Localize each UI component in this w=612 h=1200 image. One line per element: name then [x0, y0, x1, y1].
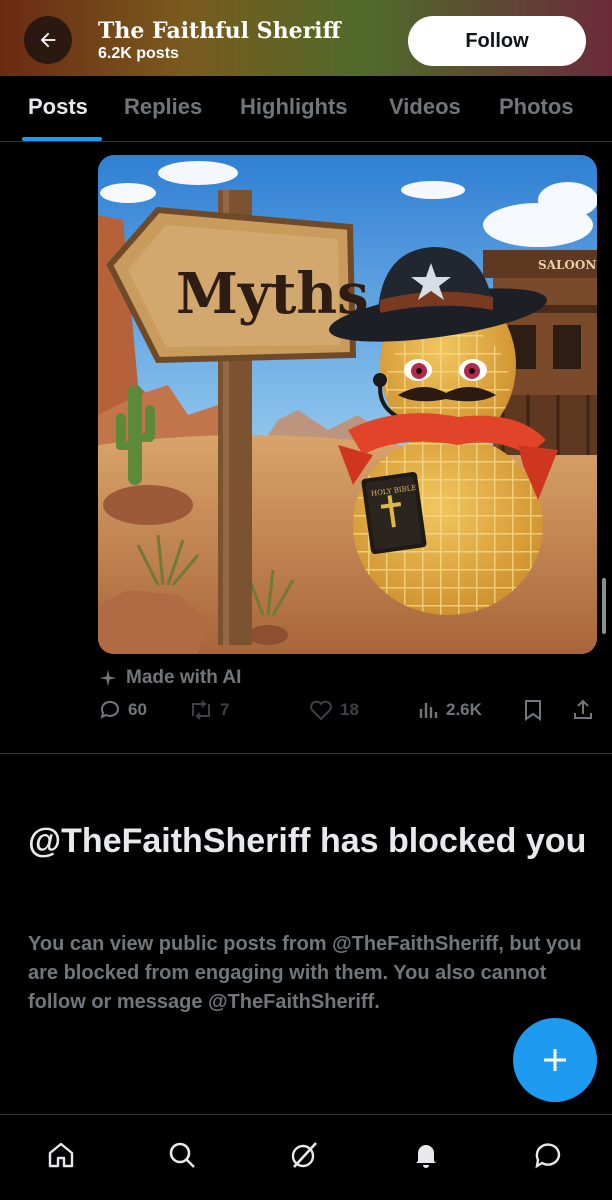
views-button[interactable]: 2.6K: [416, 698, 482, 722]
tab-replies[interactable]: Replies: [124, 94, 202, 120]
scrollbar-thumb[interactable]: [602, 578, 606, 634]
nav-notifications[interactable]: [408, 1137, 444, 1173]
heart-icon: [310, 700, 332, 721]
post-count: 6.2K posts: [98, 45, 179, 62]
repost-icon: [192, 700, 210, 720]
repost-count: 7: [220, 700, 230, 719]
back-button[interactable]: [24, 16, 72, 64]
home-icon: [48, 1142, 74, 1168]
bookmark-icon: [525, 700, 541, 721]
saloon-sign-text: SALOON: [538, 258, 596, 272]
bookmark-button[interactable]: [522, 698, 544, 722]
nav-messages[interactable]: [530, 1137, 566, 1173]
profile-name: The Faithful Sheriff: [98, 18, 341, 44]
reply-count: 60: [128, 700, 147, 719]
made-with-ai-label: Made with AI: [98, 667, 241, 689]
sparkle-icon: [99, 669, 117, 687]
repost-button[interactable]: 7: [188, 698, 229, 722]
follow-button[interactable]: Follow: [408, 16, 586, 66]
analytics-icon: [419, 703, 438, 718]
sheriff-peanut-illustration: SALOON Myths HOLY BIBLE: [98, 155, 597, 654]
blocked-description: You can view public posts from @TheFaith…: [28, 933, 582, 1013]
notifications-icon: [416, 1145, 436, 1168]
share-button[interactable]: [571, 698, 595, 722]
grok-icon: [291, 1142, 317, 1168]
messages-icon: [535, 1143, 561, 1169]
made-with-ai-text: Made with AI: [126, 667, 242, 688]
tab-posts[interactable]: Posts: [28, 94, 88, 120]
reply-button[interactable]: 60: [98, 698, 147, 722]
search-icon: [169, 1142, 195, 1168]
plus-icon: [544, 1049, 566, 1071]
active-tab-indicator: [22, 137, 102, 141]
sign-text: Myths: [176, 261, 369, 327]
profile-header: The Faithful Sheriff 6.2K posts Follow: [0, 0, 612, 76]
section-divider: [0, 753, 612, 754]
view-count: 2.6K: [446, 700, 482, 719]
nav-home[interactable]: [43, 1137, 79, 1173]
bottom-navigation: [0, 1114, 612, 1200]
like-button[interactable]: 18: [308, 698, 359, 722]
tab-highlights[interactable]: Highlights: [240, 94, 348, 120]
post-image[interactable]: SALOON Myths HOLY BIBLE: [98, 155, 597, 654]
nav-grok[interactable]: [286, 1137, 322, 1173]
tab-videos[interactable]: Videos: [389, 94, 461, 120]
profile-tabs: Posts Replies Highlights Videos Photos: [0, 76, 612, 142]
nav-search[interactable]: [164, 1137, 200, 1173]
arrow-left-icon: [40, 32, 56, 48]
post-actions: 60 7 18 2.6K: [98, 698, 598, 728]
tab-photos[interactable]: Photos: [499, 94, 574, 120]
reply-icon: [100, 700, 119, 719]
compose-post-button[interactable]: [513, 1018, 597, 1102]
share-icon: [574, 699, 592, 719]
like-count: 18: [340, 700, 359, 719]
blocked-heading: @TheFaithSheriff has blocked you: [28, 822, 587, 860]
